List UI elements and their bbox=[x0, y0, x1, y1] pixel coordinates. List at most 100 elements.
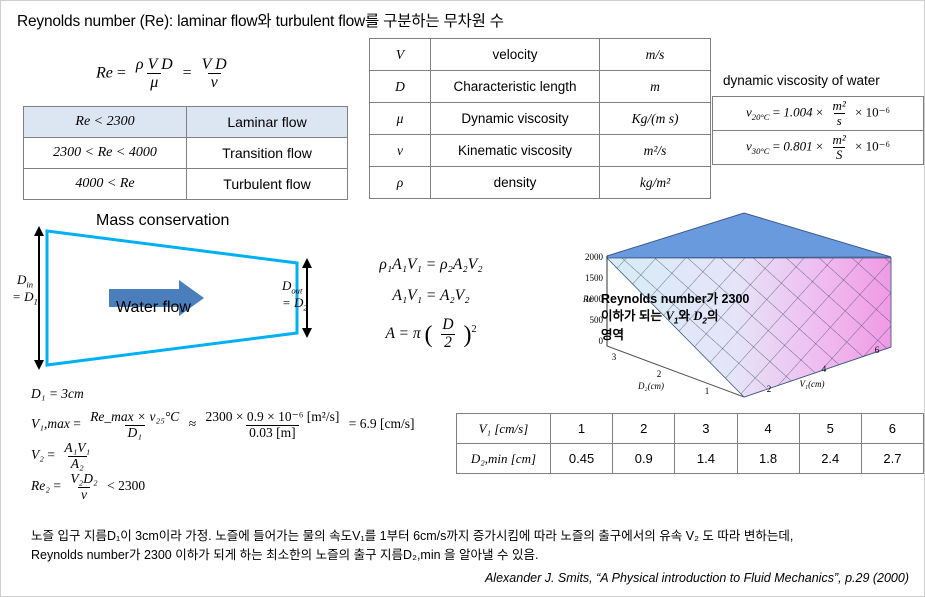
v2d2-over-nu: V₂D₂ ν bbox=[67, 472, 100, 502]
approx-sign: ≈ bbox=[188, 416, 197, 432]
outlet-d-sub: out bbox=[291, 285, 303, 296]
d2min-value-cell: 0.9 bbox=[612, 443, 676, 474]
unit-denominator: S bbox=[832, 147, 846, 162]
derivation-numerator-4: V₂D₂ bbox=[70, 471, 98, 487]
d2min-value-cell: 2.7 bbox=[860, 443, 925, 474]
y-tick-label: 6 bbox=[875, 345, 880, 355]
equals-sign: = bbox=[47, 447, 59, 463]
x-tick-label: 2 bbox=[657, 369, 662, 379]
derivation-denominator-2: 0.03 [m] bbox=[246, 424, 299, 441]
times-sign: × bbox=[815, 104, 827, 120]
v1-value-cell: 5 bbox=[798, 413, 862, 444]
equals-sign: = bbox=[772, 138, 784, 154]
symbol-name-cell: Kinematic viscosity bbox=[430, 134, 600, 167]
derivation-line-4: Re₂ = V₂D₂ ν < 2300 bbox=[31, 471, 414, 502]
reynolds-formula: Re = ρ V D μ = V D ν bbox=[96, 56, 233, 92]
symbol-cell: ν bbox=[369, 134, 431, 167]
nu-subscript: 30°C bbox=[751, 146, 770, 157]
v1-value-cell: 2 bbox=[612, 413, 676, 444]
results-table: V₁ [cm/s] 1 2 3 4 5 6 D₂,min [cm] 0.45 0… bbox=[456, 413, 925, 474]
equals-sign: = bbox=[73, 416, 85, 432]
reynolds-formula-lhs: Re bbox=[96, 64, 113, 82]
area-denominator: 2 bbox=[441, 333, 455, 352]
times-sign: × bbox=[815, 138, 827, 154]
v1max-lhs: V₁,max bbox=[31, 416, 70, 432]
d2min-value-cell: 0.45 bbox=[549, 443, 614, 474]
symbol-name-cell: Dynamic viscosity bbox=[430, 102, 600, 135]
z-axis-label: Re bbox=[582, 294, 593, 304]
derivation-denominator: D₁ bbox=[124, 424, 145, 441]
table-row: ρ density kg/m² bbox=[369, 166, 711, 199]
derivation-result: = 6.9 [cm/s] bbox=[348, 416, 415, 432]
derivation-numerator-3: A₁V₁ bbox=[64, 440, 91, 456]
v1-value-cell: 3 bbox=[674, 413, 738, 444]
symbol-cell: D bbox=[369, 70, 431, 103]
source-citation: Alexander J. Smits, “A Physical introduc… bbox=[484, 571, 909, 585]
z-tick-label: 2000 bbox=[585, 252, 604, 262]
unit-fraction: m² s bbox=[829, 98, 848, 128]
symbol-definition-table: V velocity m/s D Characteristic length m… bbox=[369, 38, 711, 199]
annotation-text-b: 와 bbox=[678, 308, 694, 323]
page-title: Reynolds number (Re): laminar flow와 turb… bbox=[17, 13, 504, 30]
y-tick-label: 2 bbox=[767, 384, 772, 394]
v1-value-cell: 4 bbox=[736, 413, 800, 444]
outlet-d: D bbox=[282, 278, 292, 293]
table-row: 2300 < Re < 4000 Transition flow bbox=[23, 137, 348, 169]
viscosity-value: 1.004 bbox=[783, 104, 813, 120]
regime-range: Re < 2300 bbox=[23, 106, 187, 138]
symbol-cell: V bbox=[369, 38, 431, 71]
equals-sign: = bbox=[53, 478, 65, 494]
derivation-denominator-4: ν bbox=[78, 486, 90, 503]
reynolds-surface-plot: 2000 1500 1000 500 0 Re 3 2 1 D₂(cm) 2 4… bbox=[559, 201, 919, 401]
numeric-fraction: 2300 × 0.9 × 10⁻⁶ [m²/s] 0.03 [m] bbox=[202, 410, 342, 440]
equals-sign: = bbox=[116, 64, 130, 82]
symbol-name-cell: density bbox=[430, 166, 600, 199]
inlet-d-sub: in bbox=[26, 279, 34, 290]
formula-numerator-2: V D bbox=[201, 56, 227, 73]
water-flow-label: Water flow bbox=[116, 299, 191, 316]
x-tick-label: 3 bbox=[612, 352, 617, 362]
summary-description: 노즐 입구 지름D₁이 3cm이라 가정. 노즐에 들어가는 물의 속도V₁를 … bbox=[31, 527, 911, 566]
inlet-arrow-bottom bbox=[34, 360, 44, 370]
d2min-value-cell: 1.4 bbox=[674, 443, 738, 474]
mass-conservation-equations: ρ₁A₁V₁ = ρ₂A₂V₂ A₁V₁ = A₂V₂ A = π ( D 2 … bbox=[331, 249, 531, 359]
summary-line-1: 노즐 입구 지름D₁이 3cm이라 가정. 노즐에 들어가는 물의 속도V₁를 … bbox=[31, 529, 794, 543]
rho-v-d-over-mu: ρ V D μ bbox=[133, 56, 176, 92]
outlet-eq-d-sub: 2 bbox=[303, 303, 308, 314]
x-axis-label: D₂(cm) bbox=[637, 381, 664, 391]
results-row-header-d2min: D₂,min [cm] bbox=[456, 443, 551, 474]
equals-sign-2: = bbox=[182, 64, 196, 82]
v1-value-cell: 1 bbox=[549, 413, 614, 444]
continuity-equation-1: ρ₁A₁V₁ = ρ₂A₂V₂ bbox=[379, 256, 483, 273]
table-row: 4000 < Re Turbulent flow bbox=[23, 168, 348, 200]
symbol-unit-cell: m/s bbox=[599, 38, 711, 71]
derivation-line-2: V₁,max = Re_max × ν₂₅°C D₁ ≈ 2300 × 0.9 … bbox=[31, 409, 414, 440]
viscosity-row-20c: ν20°C = 1.004 × m² s × 10⁻⁶ bbox=[712, 96, 924, 131]
table-row: ν30°C = 0.801 × m² S × 10⁻⁶ bbox=[712, 130, 924, 165]
unit-numerator: m² bbox=[832, 131, 846, 147]
table-row: ν20°C = 1.004 × m² s × 10⁻⁶ bbox=[712, 96, 924, 131]
inlet-d: D bbox=[16, 272, 27, 287]
inlet-eq-d-sub: 1 bbox=[33, 297, 38, 308]
results-row-header-v1: V₁ [cm/s] bbox=[456, 413, 551, 444]
viscosity-value: 0.801 bbox=[783, 138, 813, 154]
derivation-numerator-2: 2300 × 0.9 × 10⁻⁶ [m²/s] bbox=[205, 409, 340, 425]
remax-nu-over-d1: Re_max × ν₂₅°C D₁ bbox=[87, 410, 182, 440]
summary-line-2: Reynolds number가 2300 이하가 되게 하는 최소한의 노즐의… bbox=[31, 548, 539, 563]
area-equation-lhs: A = π bbox=[385, 325, 421, 342]
v1-value-cell: 6 bbox=[860, 413, 925, 444]
regime-range: 4000 < Re bbox=[23, 168, 187, 200]
re2-lhs: Re₂ bbox=[31, 478, 50, 494]
formula-numerator: ρ V D bbox=[135, 56, 173, 73]
symbol-unit-cell: m bbox=[599, 70, 711, 103]
regime-range: 2300 < Re < 4000 bbox=[23, 137, 187, 169]
regime-name: Turbulent flow bbox=[186, 168, 348, 200]
derivation-equations: D₁ = 3cm V₁,max = Re_max × ν₂₅°C D₁ ≈ 23… bbox=[31, 379, 414, 502]
derivation-line-3: V₂ = A₁V₁ A₂ bbox=[31, 440, 414, 471]
unit-denominator: s bbox=[833, 113, 845, 128]
x-tick-label: 1 bbox=[705, 386, 710, 396]
water-viscosity-table: ν20°C = 1.004 × m² s × 10⁻⁶ ν30°C = 0.80… bbox=[712, 96, 924, 165]
viscosity-exponent: × 10⁻⁶ bbox=[855, 104, 890, 120]
v2-lhs: V₂ bbox=[31, 447, 44, 463]
d2min-value-cell: 2.4 bbox=[798, 443, 862, 474]
